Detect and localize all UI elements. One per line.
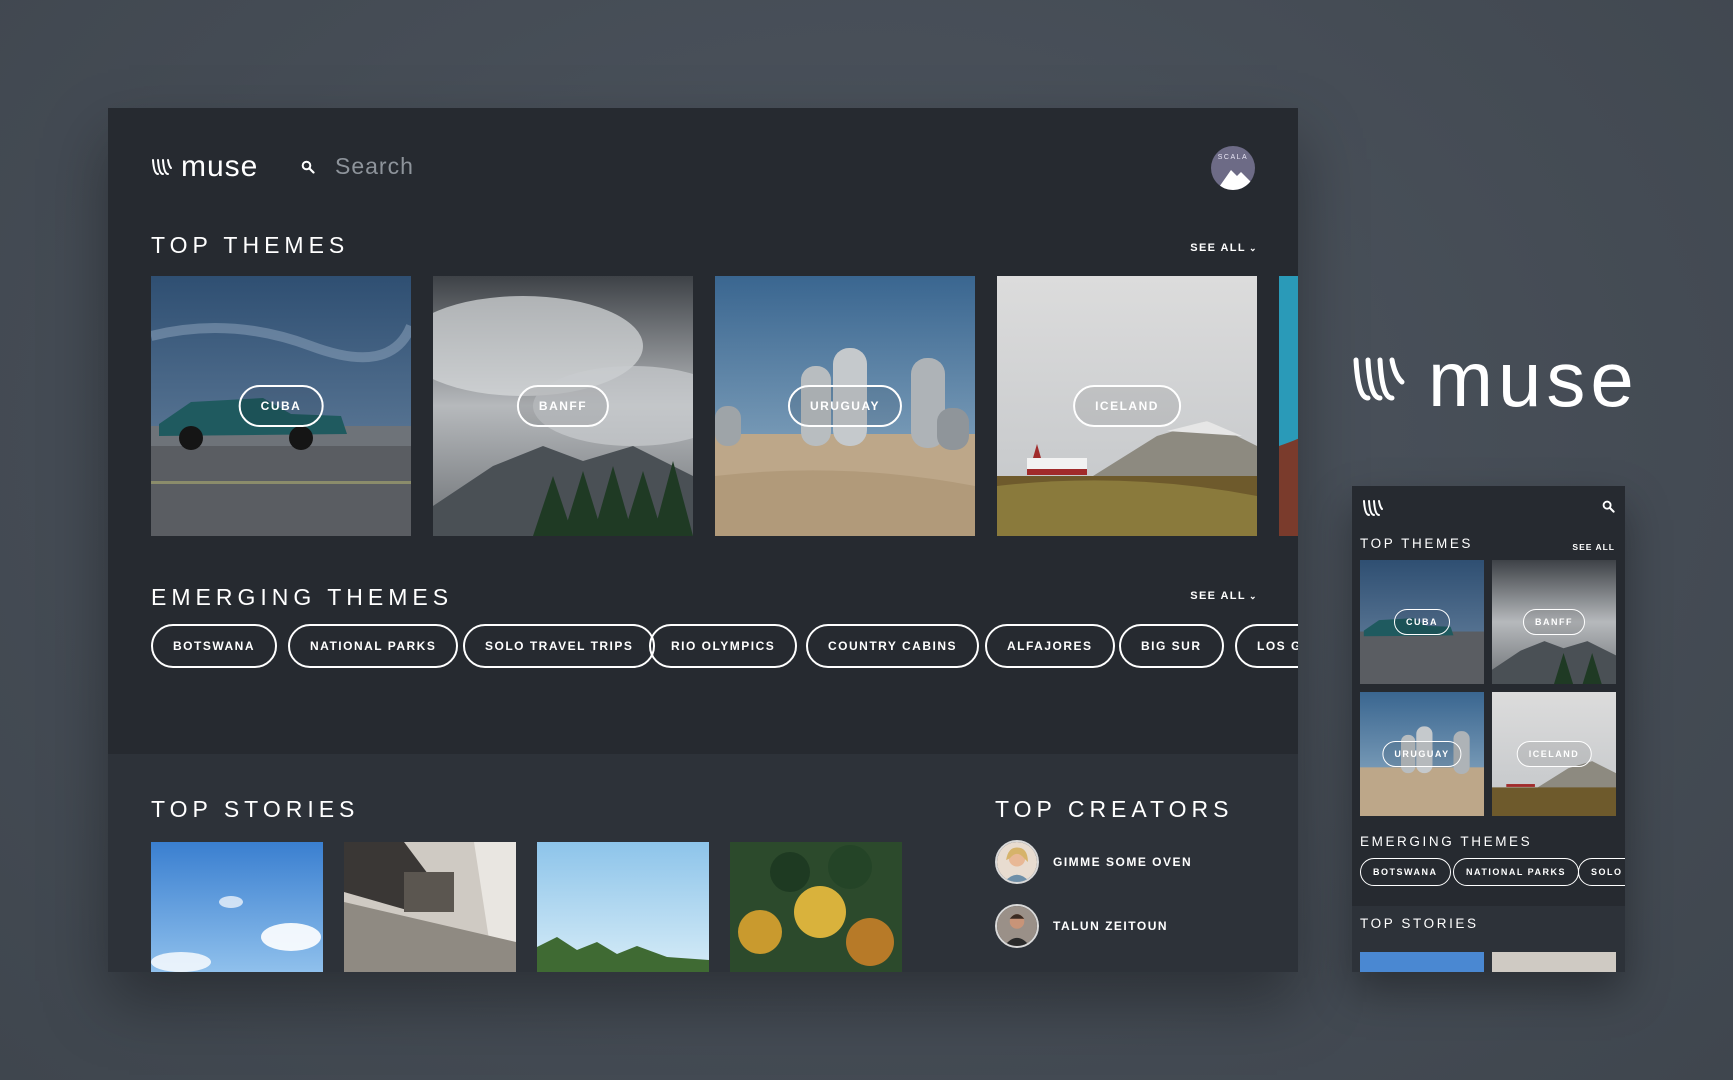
mobile-app-window: TOP THEMES SEE ALL CUBA BANFF URUGUAY IC… [1352,486,1625,972]
story-photo-forest [730,842,902,972]
emerging-themes-tags: BOTSWANA NATIONAL PARKS SOLO TRAVEL TRIP… [151,624,1298,668]
story-card[interactable] [151,842,323,972]
tag-pill[interactable]: BIG SUR [1119,624,1224,668]
top-creators-title: TOP CREATORS [995,796,1234,822]
muse-wave-icon[interactable] [1362,498,1384,518]
tag-pill[interactable]: LOS GL [1235,624,1298,668]
mountain-icon [1217,170,1255,190]
creator-name: GIMME SOME OVEN [1053,855,1193,869]
mobile-theme-card-uruguay[interactable]: URUGUAY [1360,692,1484,816]
story-photo-treeline [537,842,709,972]
creator-avatar [995,904,1039,948]
search-bar[interactable] [301,152,633,181]
creator-avatar [995,840,1039,884]
top-themes-see-all-link[interactable]: SEE ALL ⌄ [1190,242,1258,254]
top-bar: muse SCALA [151,138,1255,198]
app-logo[interactable]: muse [151,150,258,184]
mobile-see-all-link[interactable]: SEE ALL [1572,542,1615,552]
theme-label-pill: URUGUAY [1382,741,1462,767]
story-photo-train [344,842,516,972]
top-stories-title: TOP STORIES [151,796,360,822]
partial-photo [1279,276,1298,536]
story-photo-sky [151,842,323,972]
tag-pill[interactable]: BOTSWANA [1360,858,1451,886]
creator-name: TALUN ZEITOUN [1053,919,1169,933]
theme-label-pill: ICELAND [1073,385,1181,427]
lower-section: TOP STORIES TOP CREATORS GIMME SOME OVEN… [108,754,1298,972]
emerging-themes-title: EMERGING THEMES [151,584,454,610]
chevron-down-icon: ⌄ [1249,591,1258,601]
theme-label-pill: URUGUAY [787,385,903,427]
mobile-story-card[interactable] [1360,952,1484,972]
theme-card-banff[interactable]: BANFF [433,276,693,536]
mobile-theme-card-iceland[interactable]: ICELAND [1492,692,1616,816]
creator-photo [997,906,1037,946]
emerging-themes-see-all-link[interactable]: SEE ALL ⌄ [1190,590,1258,602]
tag-pill[interactable]: SOLO T [1578,858,1625,886]
theme-label-pill: CUBA [1394,609,1450,635]
theme-label-pill: BANFF [1523,609,1585,635]
theme-label-pill: CUBA [238,385,324,427]
mobile-theme-card-cuba[interactable]: CUBA [1360,560,1484,684]
brand-wordmark: muse [1428,335,1639,423]
see-all-label: SEE ALL [1190,590,1247,602]
search-icon[interactable] [1602,500,1615,513]
theme-card-uruguay[interactable]: URUGUAY [715,276,975,536]
creator-item[interactable]: GIMME SOME OVEN [995,840,1192,884]
mobile-emerging-tags: BOTSWANA NATIONAL PARKS SOLO T [1360,858,1625,886]
chevron-down-icon: ⌄ [1249,243,1258,253]
theme-label-pill: ICELAND [1516,741,1592,767]
tag-pill[interactable]: RIO OLYMPICS [649,624,798,668]
tag-pill[interactable]: BOTSWANA [151,624,277,668]
search-input[interactable] [333,152,633,181]
mobile-lower-section: TOP STORIES [1352,906,1625,972]
theme-card-cuba[interactable]: CUBA [151,276,411,536]
tag-pill[interactable]: SOLO TRAVEL TRIPS [463,624,656,668]
mobile-top-stories-title: TOP STORIES [1360,916,1479,931]
mobile-emerging-themes-title: EMERGING THEMES [1360,834,1533,849]
tag-pill[interactable]: NATIONAL PARKS [1453,858,1580,886]
brand-logo: muse [1352,340,1639,418]
story-card[interactable] [537,842,709,972]
top-themes-title: TOP THEMES [151,232,350,258]
see-all-label: SEE ALL [1190,242,1247,254]
tag-pill[interactable]: ALFAJORES [985,624,1115,668]
story-card[interactable] [344,842,516,972]
desktop-app-window: muse SCALA TOP THEMES SEE ALL⌄ [108,108,1298,972]
mobile-theme-card-banff[interactable]: BANFF [1492,560,1616,684]
theme-card-iceland[interactable]: ICELAND [997,276,1257,536]
story-card[interactable] [730,842,902,972]
tag-pill[interactable]: NATIONAL PARKS [288,624,459,668]
mobile-top-themes-title: TOP THEMES [1360,536,1474,551]
mobile-story-card[interactable] [1492,952,1616,972]
creator-photo [997,842,1037,882]
user-avatar[interactable]: SCALA [1211,146,1255,190]
muse-wave-icon [1353,357,1405,401]
tag-pill[interactable]: COUNTRY CABINS [806,624,980,668]
theme-card-partial[interactable] [1279,276,1298,536]
search-icon [301,160,315,174]
app-logo-text: muse [181,150,259,183]
creator-item[interactable]: TALUN ZEITOUN [995,904,1168,948]
muse-wave-icon [152,159,172,175]
theme-label-pill: BANFF [516,385,610,427]
top-themes-carousel[interactable]: CUBA BANFF URUGUAY ICELAND [151,276,1298,536]
